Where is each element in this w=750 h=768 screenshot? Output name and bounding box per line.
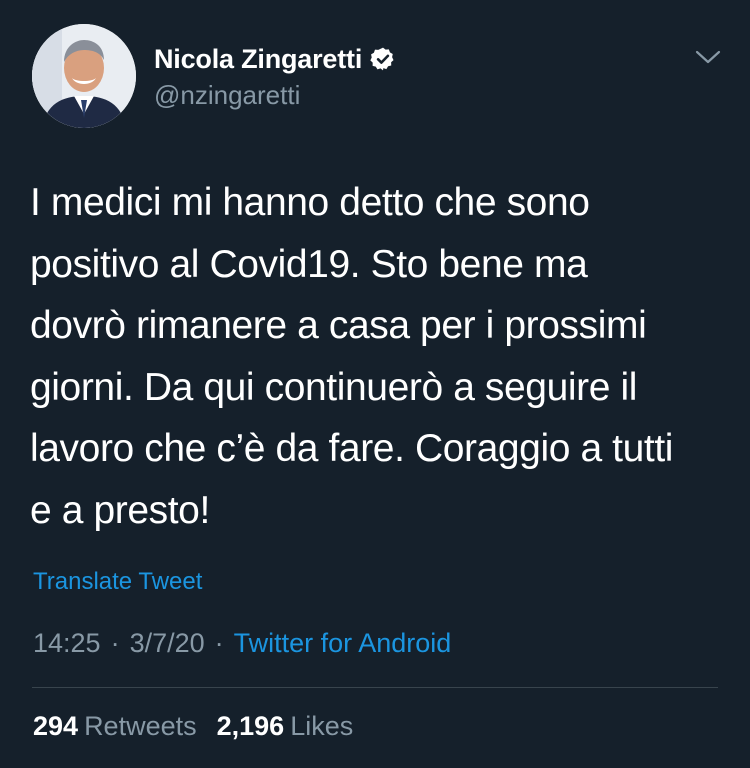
tweet-time[interactable]: 14:25 (33, 628, 101, 658)
profile-photo-icon (32, 24, 136, 128)
avatar[interactable] (32, 24, 136, 128)
tweet-stats: 294 Retweets 2,196 Likes (33, 711, 353, 742)
retweets-count: 294 (33, 711, 79, 741)
tweet-source-link[interactable]: Twitter for Android (234, 628, 452, 658)
tweet-date[interactable]: 3/7/20 (130, 628, 205, 658)
tweet-text: I medici mi hanno detto che sono positiv… (30, 181, 674, 532)
meta-separator: · (214, 628, 224, 658)
author-name-row[interactable]: Nicola Zingaretti (154, 42, 396, 76)
likes-stat[interactable]: 2,196 Likes (217, 711, 354, 741)
tweet-meta: 14:25 · 3/7/20 · Twitter for Android (33, 628, 451, 659)
translate-tweet-link[interactable]: Translate Tweet (33, 568, 202, 596)
divider (32, 687, 718, 688)
verified-badge-icon (370, 47, 394, 71)
display-name[interactable]: Nicola Zingaretti (154, 44, 362, 75)
likes-label: Likes (290, 711, 354, 741)
retweets-stat[interactable]: 294 Retweets (33, 711, 197, 741)
meta-separator: · (110, 628, 120, 658)
chevron-down-icon[interactable] (694, 47, 722, 67)
author-handle[interactable]: @nzingaretti (154, 80, 300, 111)
likes-count: 2,196 (216, 711, 285, 741)
retweets-label: Retweets (84, 711, 197, 741)
